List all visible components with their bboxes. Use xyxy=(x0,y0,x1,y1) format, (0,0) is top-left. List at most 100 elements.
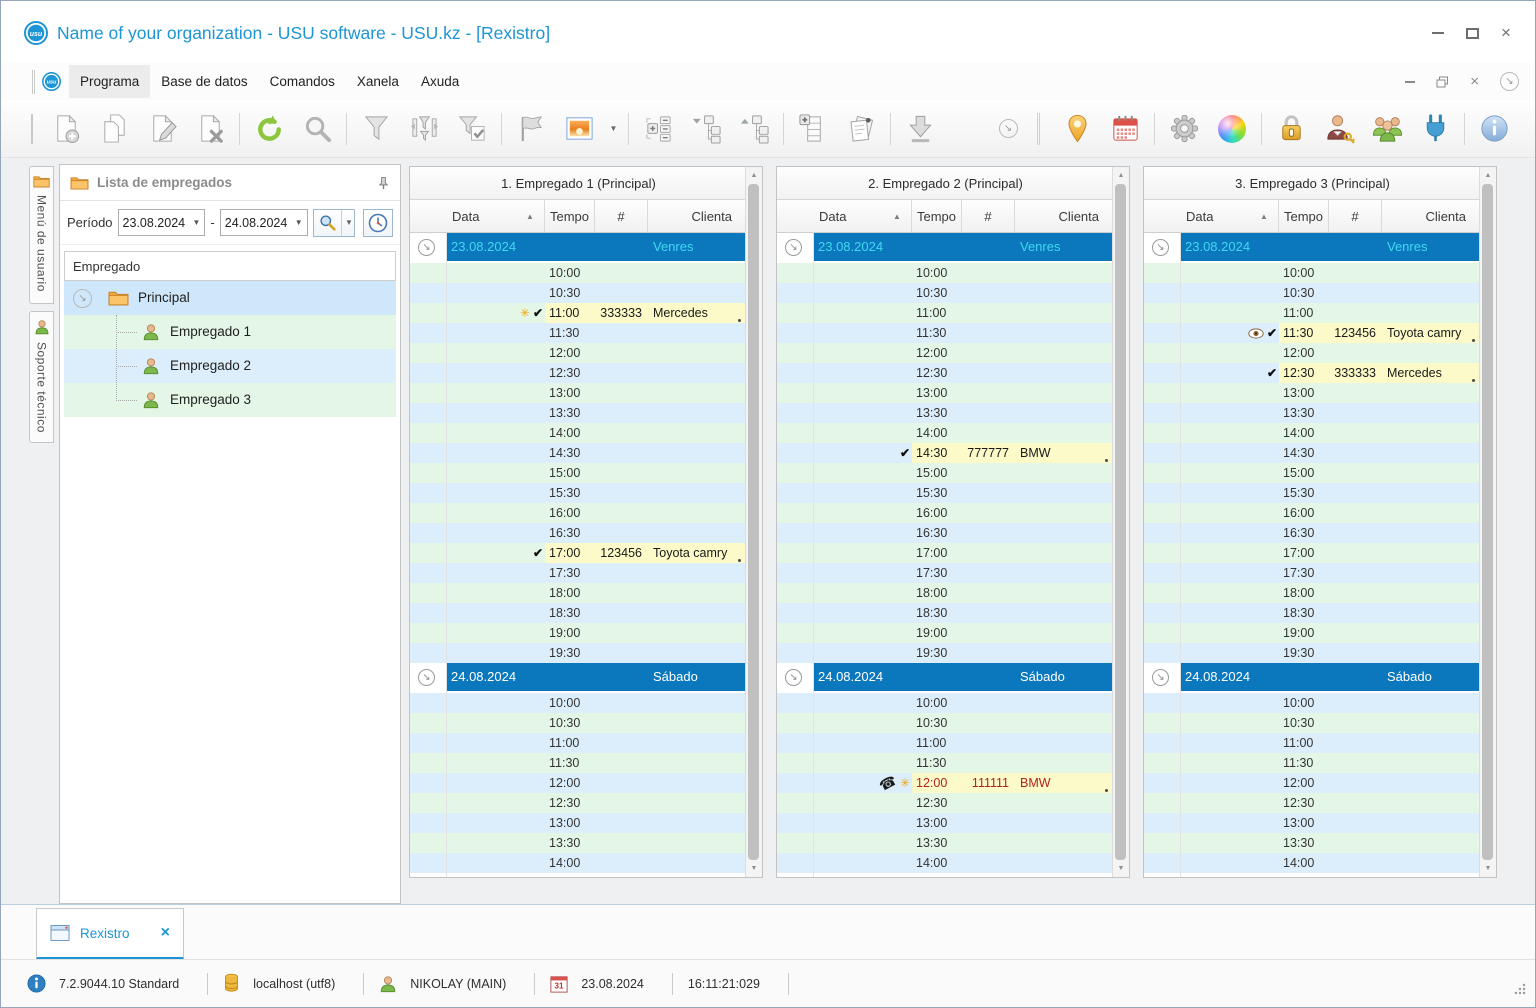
scrollbar-thumb[interactable] xyxy=(748,184,759,860)
user-permissions-button[interactable] xyxy=(1315,105,1363,153)
time-row[interactable]: 13:30 xyxy=(1144,833,1481,853)
time-row[interactable]: 11:30 xyxy=(410,753,747,773)
tree-node-employee-1[interactable]: Empregado 1 xyxy=(64,315,396,349)
time-row[interactable]: 13:30 xyxy=(410,833,747,853)
time-row[interactable]: 19:00 xyxy=(410,623,747,643)
close-button[interactable]: × xyxy=(1499,24,1513,41)
collapse-group-icon[interactable]: ↘ xyxy=(418,239,435,256)
time-row[interactable]: 14:00 xyxy=(1144,853,1481,873)
image-preview-button[interactable] xyxy=(555,105,603,153)
scroll-down-icon[interactable]: ▼ xyxy=(1480,861,1496,876)
appointment[interactable]: 11:00 333333 Mercedes xyxy=(545,303,747,323)
time-row[interactable]: 17:30 xyxy=(1144,563,1481,583)
time-row[interactable]: 17:30 xyxy=(410,563,747,583)
add-column-button[interactable] xyxy=(789,105,837,153)
time-row[interactable]: 10:30 xyxy=(410,283,747,303)
panel-scrollbar[interactable]: ▲ ▼ xyxy=(1112,167,1129,877)
delete-record-button[interactable] xyxy=(186,105,234,153)
time-row[interactable]: 11:30 xyxy=(410,323,747,343)
resize-grip[interactable] xyxy=(1512,981,1527,999)
column-header-number[interactable]: # xyxy=(1329,200,1382,233)
column-header-data[interactable]: Data ▲ xyxy=(777,200,912,233)
time-row[interactable]: 11:00 xyxy=(777,733,1114,753)
toolbar-overflow-button-2[interactable]: ↘ xyxy=(1532,105,1536,153)
tree-header[interactable]: Empregado xyxy=(64,251,396,281)
map-pin-button[interactable] xyxy=(1053,105,1101,153)
time-row[interactable]: 11:30 xyxy=(777,323,1114,343)
time-row[interactable]: 10:00 xyxy=(410,693,747,713)
menu-xanela[interactable]: Xanela xyxy=(346,65,410,98)
mdi-restore-button[interactable] xyxy=(1436,76,1449,88)
plugins-button[interactable] xyxy=(1411,105,1459,153)
image-dropdown-button[interactable]: ▼ xyxy=(603,105,623,153)
lock-button[interactable] xyxy=(1267,105,1315,153)
time-row[interactable]: 13:00 xyxy=(1144,813,1481,833)
column-header-tempo[interactable]: Tempo xyxy=(912,200,962,233)
sidebar-tab-user-menu[interactable]: Menú de usuario xyxy=(29,166,54,304)
refresh-button[interactable] xyxy=(245,105,293,153)
time-row[interactable]: 16:30 xyxy=(777,523,1114,543)
collapse-group-icon[interactable]: ↘ xyxy=(1152,239,1169,256)
time-row[interactable]: 16:30 xyxy=(1144,523,1481,543)
minimize-button[interactable] xyxy=(1431,27,1445,39)
menu-drag-handle[interactable] xyxy=(32,69,35,94)
time-row[interactable]: 13:00 xyxy=(1144,383,1481,403)
tab-rexistro[interactable]: Rexistro × xyxy=(36,908,184,960)
tree-node-principal[interactable]: ↘ Principal xyxy=(64,281,396,315)
scroll-up-icon[interactable]: ▲ xyxy=(1480,168,1496,183)
column-header-data[interactable]: Data ▲ xyxy=(410,200,545,233)
search-dropdown[interactable]: ▼ xyxy=(341,209,354,236)
time-row[interactable]: 14:30 777777 BMW ✔ xyxy=(777,443,1114,463)
scrollbar-thumb[interactable] xyxy=(1115,184,1126,860)
time-row[interactable]: 14:00 xyxy=(410,853,747,873)
time-row[interactable]: 12:30 xyxy=(777,363,1114,383)
time-row[interactable]: 19:30 xyxy=(1144,643,1481,663)
collapse-group-icon[interactable]: ↘ xyxy=(418,669,435,686)
time-row[interactable]: 12:00 xyxy=(777,343,1114,363)
settings-button[interactable] xyxy=(1160,105,1208,153)
tree-node-employee-3[interactable]: Empregado 3 xyxy=(64,383,396,417)
scroll-up-icon[interactable]: ▲ xyxy=(746,168,762,183)
period-to-field[interactable]: 24.08.2024 ▼ xyxy=(219,209,308,236)
maximize-button[interactable] xyxy=(1465,27,1479,39)
period-search-button[interactable]: ▼ xyxy=(312,208,356,237)
time-row[interactable]: 15:30 xyxy=(1144,483,1481,503)
time-row[interactable]: 18:00 xyxy=(1144,583,1481,603)
filter-button[interactable] xyxy=(352,105,400,153)
time-row[interactable]: 18:30 xyxy=(1144,603,1481,623)
column-header-number[interactable]: # xyxy=(962,200,1015,233)
scroll-down-icon[interactable]: ▼ xyxy=(746,861,762,876)
time-row[interactable]: 19:30 xyxy=(410,643,747,663)
date-group-row[interactable]: ↘ 23.08.2024 Venres xyxy=(410,233,747,263)
time-row[interactable]: 15:00 xyxy=(410,463,747,483)
time-row[interactable]: 10:30 xyxy=(777,713,1114,733)
panel-scrollbar[interactable]: ▲ ▼ xyxy=(1479,167,1496,877)
tab-close-icon[interactable]: × xyxy=(161,924,170,942)
time-row[interactable]: 13:30 xyxy=(410,403,747,423)
tree-expand-button[interactable] xyxy=(730,105,778,153)
period-from-field[interactable]: 23.08.2024 ▼ xyxy=(117,209,206,236)
time-row[interactable]: 11:00 333333 Mercedes ✳ ✔ xyxy=(410,303,747,323)
column-header-data[interactable]: Data ▲ xyxy=(1144,200,1279,233)
time-row[interactable]: 11:30 xyxy=(1144,753,1481,773)
time-row[interactable]: 18:00 xyxy=(777,583,1114,603)
time-row[interactable]: 13:00 xyxy=(410,813,747,833)
menu-base-de-datos[interactable]: Base de datos xyxy=(150,65,258,98)
time-row[interactable]: 19:00 xyxy=(1144,623,1481,643)
time-row[interactable]: 10:00 xyxy=(1144,263,1481,283)
toolbar-overflow-button[interactable]: ↘ xyxy=(984,105,1032,153)
collapse-group-icon[interactable]: ↘ xyxy=(785,669,802,686)
flag-button[interactable] xyxy=(507,105,555,153)
time-row[interactable]: 10:30 xyxy=(1144,283,1481,303)
column-header-number[interactable]: # xyxy=(595,200,648,233)
import-button[interactable] xyxy=(896,105,944,153)
time-row[interactable]: 11:00 xyxy=(777,303,1114,323)
tree-node-employee-2[interactable]: Empregado 2 xyxy=(64,349,396,383)
time-row[interactable]: 19:00 xyxy=(777,623,1114,643)
time-row[interactable]: 14:00 xyxy=(410,423,747,443)
scroll-up-icon[interactable]: ▲ xyxy=(1113,168,1129,183)
time-row[interactable]: 12:30 333333 Mercedes ✔ xyxy=(1144,363,1481,383)
appointment[interactable]: 14:30 777777 BMW xyxy=(912,443,1114,463)
mdi-close-button[interactable]: × xyxy=(1470,73,1479,90)
color-scheme-button[interactable] xyxy=(1208,105,1256,153)
